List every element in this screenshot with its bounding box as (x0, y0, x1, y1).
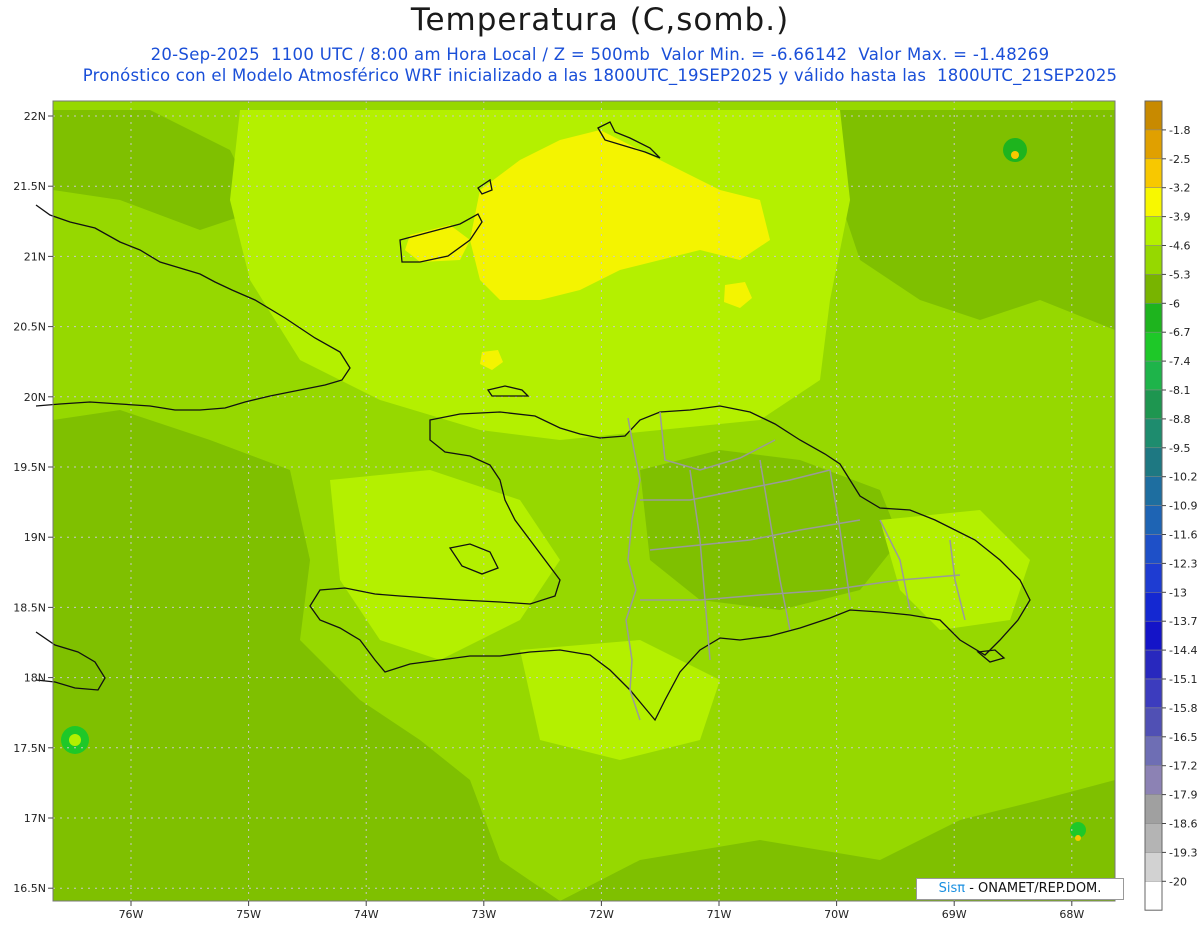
colorbar-swatch (1144, 447, 1163, 477)
colorbar-label: -15.8 (1169, 702, 1197, 715)
sispi-logo: Sisπ (938, 881, 966, 896)
colorbar-swatch (1144, 158, 1163, 188)
colorbar-label: -14.4 (1169, 644, 1197, 657)
credit-text: - ONAMET/REP.DOM. (969, 881, 1102, 896)
colorbar-label: -6 (1169, 297, 1180, 310)
colorbar-label: -17.2 (1169, 760, 1197, 773)
colorbar-label: -19.3 (1169, 846, 1197, 859)
lat-label: 17.5N (13, 742, 46, 755)
colorbar-swatch (1144, 216, 1163, 246)
lat-label: 21.5N (13, 180, 46, 193)
colorbar-swatch (1144, 881, 1163, 911)
colorbar-swatch (1144, 245, 1163, 275)
colorbar-swatch (1144, 707, 1163, 738)
colorbar-swatch (1144, 100, 1163, 131)
lat-label: 20N (24, 391, 46, 404)
colorbar-label: -6.7 (1169, 326, 1190, 339)
colorbar-swatch (1144, 823, 1163, 853)
colorbar-label: -7.4 (1169, 355, 1190, 368)
lon-label: 73W (471, 908, 496, 921)
colorbar-label: -13 (1169, 586, 1187, 599)
longitude-labels: 76W 75W 74W 73W 72W 71W 70W 69W 68W (119, 901, 1084, 921)
colorbar-swatch (1144, 187, 1163, 217)
colorbar-label: -18.6 (1169, 818, 1197, 831)
colorbar-label: -8.1 (1169, 384, 1190, 397)
colorbar-swatch (1144, 852, 1163, 882)
colorbar-label: -3.2 (1169, 182, 1190, 195)
colorbar-label: -20 (1169, 875, 1187, 888)
colorbar-swatch (1144, 505, 1163, 535)
lat-label: 20.5N (13, 321, 46, 334)
colorbar: -1.8 -2.5 -3.2 -3.9 -4.6 -5.3 -6 -6.7 -7.4 -8.1 -8… (1144, 100, 1197, 911)
lon-label: 69W (942, 908, 967, 921)
lon-label: 76W (119, 908, 144, 921)
colorbar-label: -10.9 (1169, 500, 1197, 513)
colorbar-swatch (1144, 736, 1163, 766)
colorbar-swatch (1144, 389, 1163, 420)
colorbar-label: -10.2 (1169, 471, 1197, 484)
lat-label: 18N (24, 672, 46, 685)
colorbar-swatch (1144, 331, 1163, 362)
lat-label: 22N (24, 110, 46, 123)
colorbar-swatch (1144, 476, 1163, 506)
lon-label: 68W (1059, 908, 1084, 921)
colorbar-label: -9.5 (1169, 442, 1190, 455)
lon-label: 75W (236, 908, 261, 921)
temperature-map: 22N 21.5N 21N 20.5N 20N 19.5N 19N 18.5N 18N 17.5N… (13, 100, 1197, 921)
colorbar-label: -13.7 (1169, 615, 1197, 628)
colorbar-label: -17.9 (1169, 789, 1197, 802)
lat-label: 18.5N (13, 601, 46, 614)
colorbar-swatch (1144, 592, 1163, 622)
colorbar-swatch (1144, 563, 1163, 593)
colorbar-swatch (1144, 360, 1163, 391)
lon-label: 74W (354, 908, 379, 921)
lat-label: 17N (24, 812, 46, 825)
colorbar-swatch (1144, 418, 1163, 449)
colorbar-label: -12.3 (1169, 557, 1197, 570)
colorbar-label: -8.8 (1169, 413, 1190, 426)
latitude-labels: 22N 21.5N 21N 20.5N 20N 19.5N 19N 18.5N 18N 17.5N… (13, 110, 53, 895)
colorbar-label: -4.6 (1169, 240, 1190, 253)
colorbar-swatch (1144, 274, 1163, 304)
colorbar-swatch (1144, 765, 1163, 795)
lat-label: 19N (24, 531, 46, 544)
colorbar-label: -5.3 (1169, 268, 1190, 281)
lon-label: 70W (824, 908, 849, 921)
lat-label: 21N (24, 250, 46, 263)
colorbar-swatch (1144, 129, 1163, 160)
lon-label: 72W (589, 908, 614, 921)
lat-label: 16.5N (13, 882, 46, 895)
colorbar-swatch (1144, 678, 1163, 709)
colorbar-swatch (1144, 649, 1163, 680)
credit-box: Sisπ - ONAMET/REP.DOM. (916, 878, 1124, 900)
colorbar-label: -3.9 (1169, 211, 1190, 224)
lat-label: 19.5N (13, 461, 46, 474)
colorbar-label: -16.5 (1169, 731, 1197, 744)
colorbar-swatch (1144, 534, 1163, 564)
colorbar-label: -1.8 (1169, 124, 1190, 137)
colorbar-label: -15.1 (1169, 673, 1197, 686)
colorbar-swatch (1144, 303, 1163, 333)
lon-label: 71W (707, 908, 732, 921)
colorbar-label: -11.6 (1169, 529, 1197, 542)
colorbar-label: -2.5 (1169, 153, 1190, 166)
colorbar-swatch (1144, 620, 1163, 651)
colorbar-swatch (1144, 794, 1163, 824)
temperature-field (53, 101, 1115, 901)
